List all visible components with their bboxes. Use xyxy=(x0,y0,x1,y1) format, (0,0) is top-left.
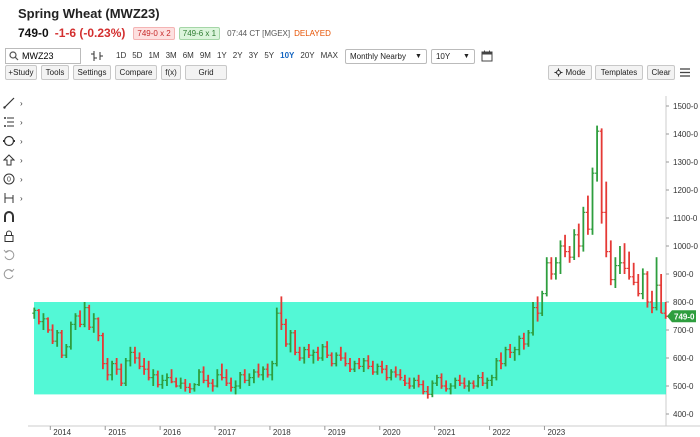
chart-toolbar-top: 1D5D1M3M6M9M1Y2Y3Y5Y10Y20YMAX Monthly Ne… xyxy=(5,48,695,64)
x-tick-label: 2017 xyxy=(218,428,236,437)
highlight-band xyxy=(34,302,666,395)
ohlc-bar xyxy=(549,257,554,280)
y-tick-label: 800-0 xyxy=(673,298,694,307)
range-value: 10Y xyxy=(435,51,451,61)
ohlc-bar-icon xyxy=(91,51,103,61)
search-icon xyxy=(9,51,19,61)
period-6m[interactable]: 6M xyxy=(180,48,197,64)
y-tick-label: 1200-0 xyxy=(673,186,698,195)
period-2y[interactable]: 2Y xyxy=(230,48,246,64)
aggregation-value: Monthly Nearby xyxy=(349,51,406,61)
y-tick-label: 1400-0 xyxy=(673,130,698,139)
period-1y[interactable]: 1Y xyxy=(214,48,230,64)
y-tick-label: 400-0 xyxy=(673,410,694,419)
templates-button[interactable]: Templates xyxy=(595,65,643,80)
price-chart[interactable]: 1500-0 1400-0 1300-0 1200-0 1100-0 1000-0 900-… xyxy=(0,82,700,437)
y-tick-label: 1100-0 xyxy=(673,214,698,223)
period-3m[interactable]: 3M xyxy=(163,48,180,64)
x-tick-label: 2015 xyxy=(108,428,126,437)
price-change: -1-6 (-0.23%) xyxy=(54,26,126,40)
bid-badge: 749-0 x 2 xyxy=(133,26,175,40)
y-tick-label: 1500-0 xyxy=(673,102,698,111)
ohlc-bar xyxy=(572,229,577,260)
ohlc-bar xyxy=(640,268,645,300)
x-tick-label: 2023 xyxy=(547,428,565,437)
page-title: Spring Wheat (MWZ23) xyxy=(18,6,160,21)
y-tick-label: 700-0 xyxy=(673,326,694,335)
ohlc-bar xyxy=(544,257,549,297)
period-3y[interactable]: 3Y xyxy=(246,48,262,64)
period-20y[interactable]: 20Y xyxy=(297,48,317,64)
mode-button[interactable]: Mode xyxy=(548,65,592,80)
period-9m[interactable]: 9M xyxy=(197,48,214,64)
ohlc-bar xyxy=(604,181,609,258)
ohlc-bar xyxy=(617,246,622,274)
ohlc-bar xyxy=(622,243,627,274)
last-price-label: 749-0 xyxy=(674,312,695,321)
y-tick-label: 500-0 xyxy=(673,382,694,391)
quote-row: 749-0 -1-6 (-0.23%) 749-0 x 2 749-6 x 1 … xyxy=(18,25,331,41)
x-tick-label: 2020 xyxy=(383,428,401,437)
ohlc-bar xyxy=(581,206,586,252)
symbol-search[interactable] xyxy=(5,48,81,64)
chart-toolbar-bottom: +Study Tools Settings Compare f(x) Grid … xyxy=(5,65,695,80)
mode-label: Mode xyxy=(565,68,586,77)
ask-badge: 749-6 x 1 xyxy=(178,26,221,40)
symbol-input[interactable] xyxy=(22,51,77,61)
calendar-icon[interactable] xyxy=(481,50,493,62)
ohlc-bar xyxy=(599,128,604,224)
period-max[interactable]: MAX xyxy=(318,48,341,64)
aggregation-select[interactable]: Monthly Nearby ▼ xyxy=(344,48,427,64)
period-5y[interactable]: 5Y xyxy=(261,48,277,64)
ohlc-bar xyxy=(553,257,558,280)
ohlc-bar xyxy=(631,262,636,286)
tools-button[interactable]: Tools xyxy=(41,65,69,80)
last-price: 749-0 xyxy=(18,26,49,40)
grid-button[interactable]: Grid xyxy=(185,65,227,80)
period-selector: 1D 5D 1M 3M 6M 9M 1Y 2Y 3Y 5Y 10Y 20Y MAX xyxy=(113,48,341,64)
ohlc-bar xyxy=(585,195,590,235)
x-tick-label: 2014 xyxy=(53,428,71,437)
period-5d[interactable]: 5D xyxy=(129,48,145,64)
quote-time: 07:44 CT [MGEX] xyxy=(227,28,291,38)
menu-icon[interactable] xyxy=(679,66,691,79)
ohlc-bar xyxy=(567,246,572,263)
x-tick-label: 2018 xyxy=(273,428,291,437)
bar-type-button[interactable] xyxy=(87,48,107,64)
ohlc-bar xyxy=(608,240,613,286)
gear-icon xyxy=(554,68,564,77)
settings-button[interactable]: Settings xyxy=(73,65,111,80)
chevron-down-icon: ▼ xyxy=(415,52,422,60)
ohlc-bar xyxy=(590,167,595,235)
x-tick-label: 2019 xyxy=(328,428,346,437)
delayed-status: DELAYED xyxy=(294,28,331,38)
period-1d[interactable]: 1D xyxy=(113,48,129,64)
ohlc-bar xyxy=(558,240,563,274)
period-10y[interactable]: 10Y xyxy=(277,48,297,64)
x-tick-label: 2016 xyxy=(163,428,181,437)
ohlc-bar xyxy=(576,223,581,258)
range-select[interactable]: 10Y ▼ xyxy=(430,48,475,64)
ohlc-bar xyxy=(595,125,600,182)
y-tick-label: 1300-0 xyxy=(673,158,698,167)
ohlc-bar xyxy=(627,251,632,280)
compare-button[interactable]: Compare xyxy=(115,65,157,80)
x-tick-label: 2021 xyxy=(438,428,456,437)
period-1m[interactable]: 1M xyxy=(145,48,162,64)
chevron-down-icon: ▼ xyxy=(463,52,470,60)
y-tick-label: 1000-0 xyxy=(673,242,698,251)
clear-button[interactable]: Clear xyxy=(647,65,675,80)
y-tick-label: 600-0 xyxy=(673,354,694,363)
ohlc-bar xyxy=(636,274,641,297)
ohlc-bar xyxy=(563,234,568,258)
y-tick-label: 900-0 xyxy=(673,270,694,279)
x-tick-label: 2022 xyxy=(493,428,511,437)
add-study-button[interactable]: +Study xyxy=(5,65,37,80)
fx-button[interactable]: f(x) xyxy=(161,65,181,80)
ohlc-bar xyxy=(613,257,618,288)
